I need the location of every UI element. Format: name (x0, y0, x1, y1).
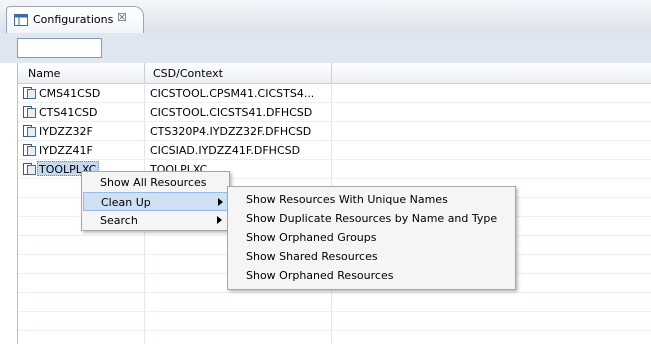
column-divider[interactable] (144, 63, 145, 83)
csd-file-icon (23, 144, 36, 156)
csd-file-icon (23, 163, 36, 175)
table-view-icon (14, 14, 28, 26)
tab-label: Configurations (33, 13, 114, 26)
row-context: CICSTOOL.CPSM41.CICSTS4... (150, 87, 315, 100)
submenu-item-label: Show Orphaned Resources (246, 269, 394, 282)
menu-item-label: Show All Resources (100, 176, 207, 189)
submenu-item-label: Show Resources With Unique Names (246, 193, 448, 206)
csd-file-icon (23, 87, 36, 99)
submenu-item-label: Show Duplicate Resources by Name and Typ… (246, 212, 498, 225)
menu-item-label: Search (100, 214, 138, 227)
menu-item-label: Clean Up (101, 196, 151, 209)
context-menu: Show All Resources Clean Up Search (81, 171, 230, 231)
submenu-item-label: Show Orphaned Groups (246, 231, 377, 244)
row-context: CICSTOOL.CICSTS41.DFHCSD (150, 106, 313, 119)
table-row[interactable]: CMS41CSD CICSTOOL.CPSM41.CICSTS4... (18, 84, 651, 103)
menu-item-search[interactable]: Search (83, 211, 228, 230)
menu-item-show-all-resources[interactable]: Show All Resources (83, 173, 228, 192)
column-header-context[interactable]: CSD/Context (153, 67, 223, 80)
submenu-item-orphaned-groups[interactable]: Show Orphaned Groups (229, 228, 514, 247)
menu-item-clean-up[interactable]: Clean Up (83, 192, 228, 211)
submenu-item-label: Show Shared Resources (246, 250, 378, 263)
column-divider[interactable] (331, 63, 332, 83)
row-context: CICSIAD.IYDZZ41F.DFHCSD (150, 144, 301, 157)
table-row[interactable]: IYDZZ32F CTS320P4.IYDZZ32F.DFHCSD (18, 122, 651, 141)
submenu-item-unique-names[interactable]: Show Resources With Unique Names (229, 190, 514, 209)
row-name: IYDZZ32F (39, 125, 93, 138)
tab-bar: Configurations ☒ (0, 0, 651, 34)
row-name: CTS41CSD (39, 106, 98, 119)
table-row[interactable]: IYDZZ41F CICSIAD.IYDZZ41F.DFHCSD (18, 141, 651, 160)
row-name: IYDZZ41F (39, 144, 93, 157)
tab-configurations[interactable]: Configurations ☒ (6, 6, 144, 33)
table-row-empty (18, 293, 651, 312)
row-name: CMS41CSD (39, 87, 101, 100)
submenu-item-shared-resources[interactable]: Show Shared Resources (229, 247, 514, 266)
csd-file-icon (23, 106, 36, 118)
submenu-arrow-icon (217, 216, 222, 224)
clean-up-submenu: Show Resources With Unique Names Show Du… (227, 186, 516, 290)
column-header-name[interactable]: Name (28, 67, 60, 80)
submenu-arrow-icon (218, 198, 223, 206)
filter-input[interactable] (17, 38, 102, 58)
row-context: CTS320P4.IYDZZ32F.DFHCSD (150, 125, 312, 138)
submenu-item-duplicate-resources[interactable]: Show Duplicate Resources by Name and Typ… (229, 209, 514, 228)
table-row-empty (18, 312, 651, 331)
table-header: Name CSD/Context (18, 63, 651, 84)
configurations-view: Configurations ☒ Name CSD/Context CMS41C… (0, 0, 651, 344)
close-icon[interactable]: ☒ (117, 11, 127, 24)
filter-bar (0, 33, 651, 63)
csd-file-icon (23, 125, 36, 137)
table-row[interactable]: CTS41CSD CICSTOOL.CICSTS41.DFHCSD (18, 103, 651, 122)
submenu-item-orphaned-resources[interactable]: Show Orphaned Resources (229, 266, 514, 285)
